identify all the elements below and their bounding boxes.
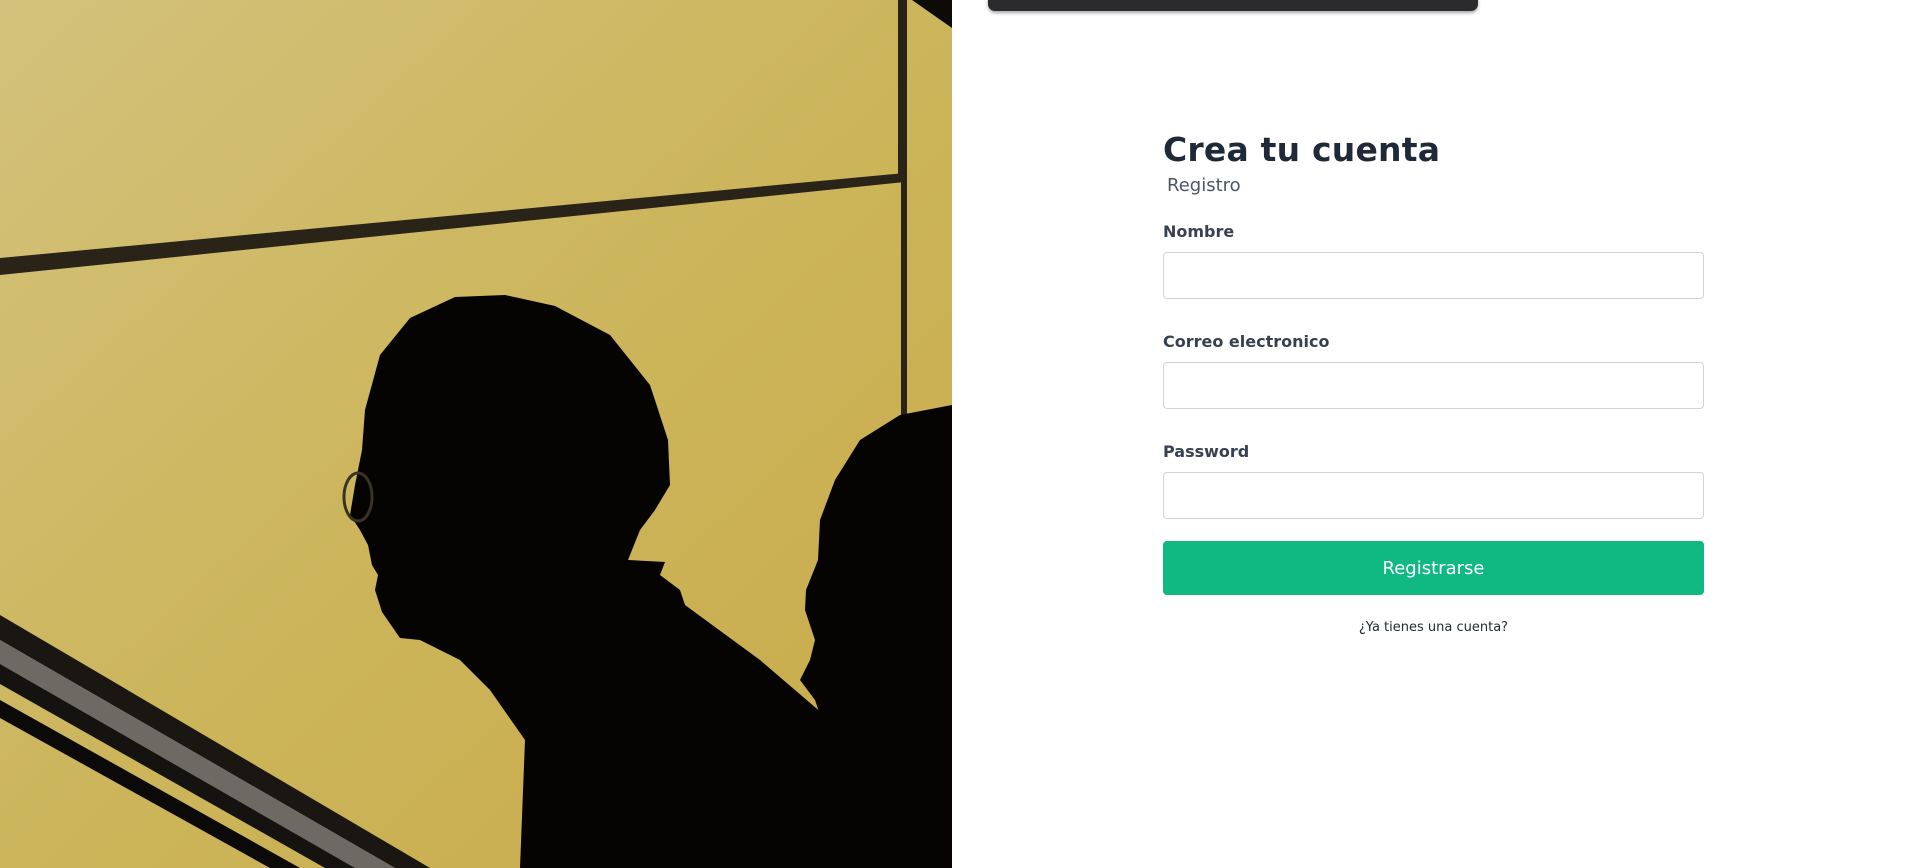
password-label: Password	[1163, 442, 1250, 461]
register-form-panel: Crea tu cuenta Registro Nombre Correo el…	[952, 0, 1908, 868]
password-field-group: Password	[1163, 442, 1704, 519]
email-input[interactable]	[1163, 362, 1704, 409]
register-button[interactable]: Registrarse	[1163, 541, 1704, 595]
silhouette-photo-image	[0, 0, 952, 868]
login-link[interactable]: ¿Ya tienes una cuenta?	[1163, 620, 1704, 635]
email-field-group: Correo electronico	[1163, 332, 1704, 409]
hero-photo	[0, 0, 952, 868]
email-label: Correo electronico	[1163, 332, 1330, 351]
page-title: Crea tu cuenta	[1163, 130, 1441, 169]
page-subtitle: Registro	[1167, 175, 1241, 196]
register-page: Crea tu cuenta Registro Nombre Correo el…	[0, 0, 1908, 868]
top-bar	[988, 0, 1478, 11]
register-form: Crea tu cuenta Registro Nombre Correo el…	[1163, 128, 1704, 635]
name-input[interactable]	[1163, 252, 1704, 299]
name-label: Nombre	[1163, 222, 1235, 241]
name-field-group: Nombre	[1163, 222, 1704, 299]
password-input[interactable]	[1163, 472, 1704, 519]
